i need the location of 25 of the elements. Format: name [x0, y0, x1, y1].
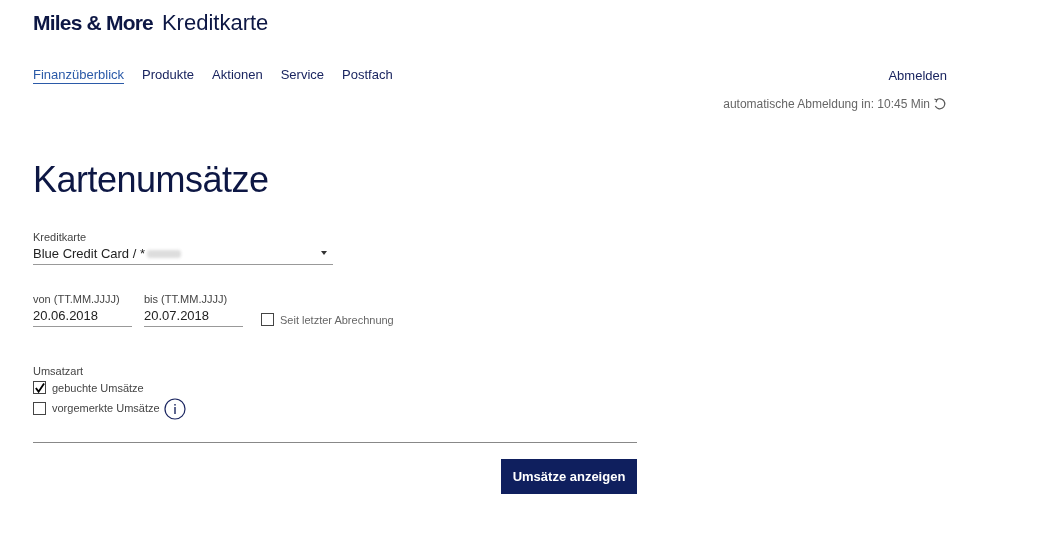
checkbox-label: vorgemerkte Umsätze	[52, 402, 160, 414]
nav-link[interactable]: Service	[280, 67, 325, 84]
product-name: Kreditkarte	[161, 10, 269, 36]
redacted-block	[147, 249, 181, 258]
logout-timer: automatische Abmeldung in: 10:45 Min	[723, 97, 930, 111]
date-field[interactable]: von (TT.MM.JJJJ) 20.06.2018	[33, 293, 132, 327]
checkbox[interactable]	[261, 313, 274, 326]
card-select[interactable]: Kreditkarte Blue Credit Card / *	[33, 231, 333, 265]
refresh-icon[interactable]	[933, 97, 947, 111]
field-label: Umsatzart	[33, 365, 85, 377]
nav-link[interactable]: Finanzüberblick	[33, 67, 125, 84]
checkbox-label: gebuchte Umsätze	[52, 381, 144, 394]
brand-logo: Miles & More	[33, 11, 153, 35]
nav-link[interactable]: Aktionen	[212, 67, 263, 84]
nav-link[interactable]: Postfach	[342, 67, 393, 84]
logout-link[interactable]: Abmelden	[888, 68, 947, 83]
checkbox[interactable]	[33, 381, 46, 394]
nav-link[interactable]: Produkte	[142, 67, 195, 84]
caret-icon	[321, 251, 327, 255]
checkbox[interactable]	[33, 401, 46, 415]
show-transactions-button[interactable]: Umsätze anzeigen	[501, 459, 637, 494]
page-title: Kartenumsätze	[33, 159, 270, 201]
checkbox-label: Seit letzter Abrechnung	[280, 313, 394, 326]
info-icon[interactable]	[163, 398, 186, 420]
date-field[interactable]: bis (TT.MM.JJJJ) 20.07.2018	[144, 293, 243, 327]
